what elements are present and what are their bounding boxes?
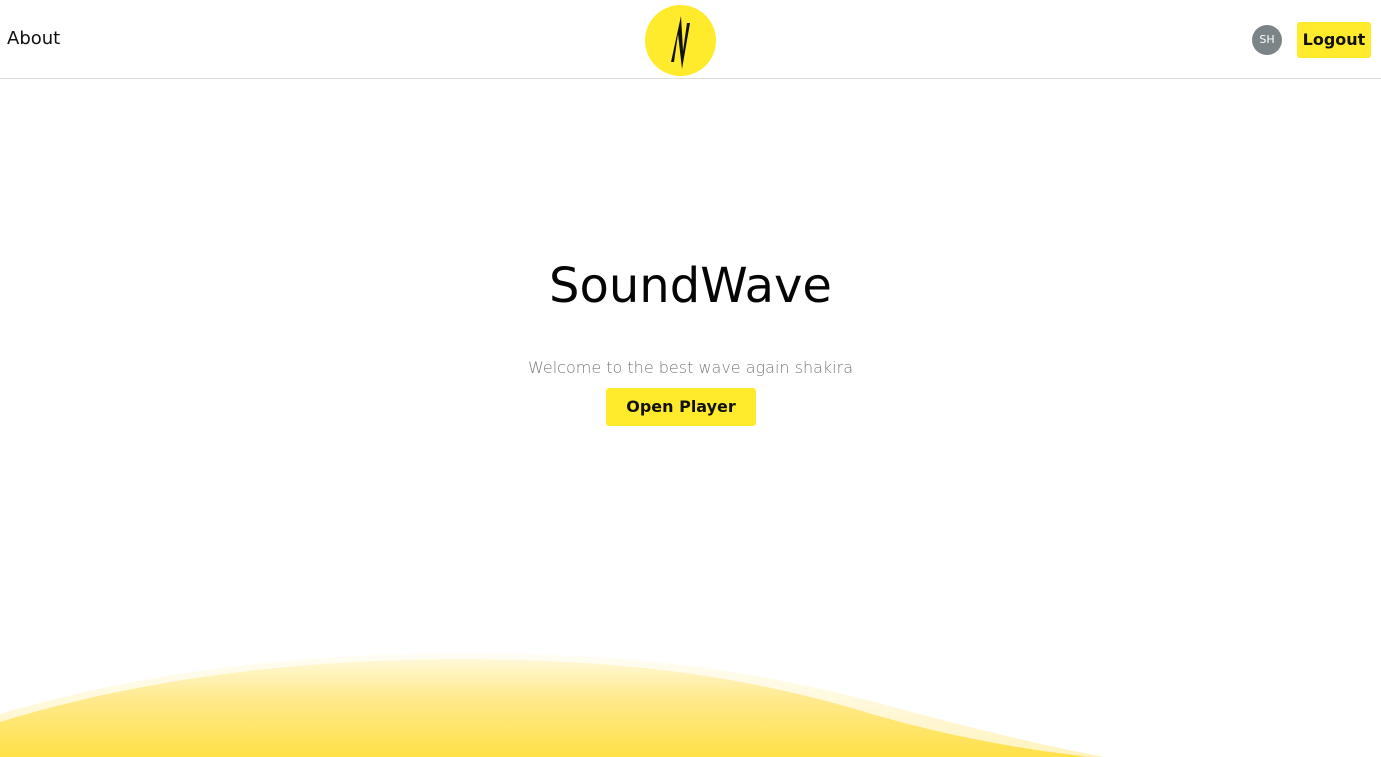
lightning-bolt-logo-icon bbox=[671, 16, 690, 69]
logout-button[interactable]: Logout bbox=[1297, 22, 1371, 58]
soundwave-page: About SH Logout SoundWave Welcome to the… bbox=[0, 0, 1381, 757]
open-player-button[interactable]: Open Player bbox=[606, 388, 756, 426]
brand-logo[interactable] bbox=[645, 5, 716, 76]
top-navigation-bar: About SH Logout bbox=[0, 0, 1381, 79]
welcome-message: Welcome to the best wave again shakira bbox=[527, 358, 853, 377]
page-title: SoundWave bbox=[549, 258, 832, 314]
about-link[interactable]: About bbox=[7, 27, 60, 51]
user-avatar[interactable]: SH bbox=[1252, 25, 1282, 55]
decorative-wave bbox=[0, 645, 1381, 757]
